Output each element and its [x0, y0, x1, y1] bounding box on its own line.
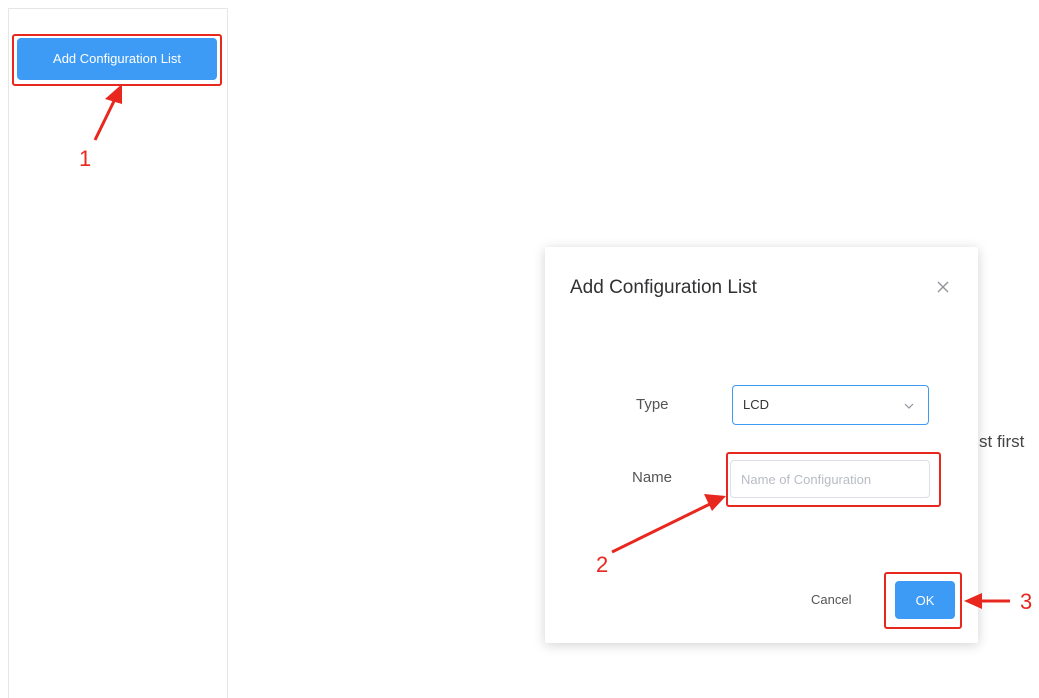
background-hint-text: st first — [979, 432, 1025, 451]
add-configuration-dialog: Add Configuration List Type LCD Name Can… — [545, 247, 978, 643]
close-icon[interactable] — [935, 279, 951, 295]
annotation-step-3: 3 — [1020, 589, 1033, 614]
add-configuration-list-button[interactable]: Add Configuration List — [17, 38, 217, 80]
name-input[interactable] — [730, 460, 930, 498]
sidebar-panel — [8, 8, 228, 698]
annotation-step-2: 2 — [596, 552, 609, 577]
name-label: Name — [632, 469, 673, 486]
type-select[interactable]: LCD — [732, 385, 929, 425]
dialog-title: Add Configuration List — [570, 277, 757, 298]
cancel-button[interactable]: Cancel — [811, 592, 851, 607]
type-select-value: LCD — [743, 397, 770, 412]
chevron-down-icon — [904, 403, 914, 409]
type-label: Type — [636, 396, 669, 413]
ok-button[interactable]: OK — [895, 581, 955, 619]
annotation-step-1: 1 — [79, 146, 92, 171]
